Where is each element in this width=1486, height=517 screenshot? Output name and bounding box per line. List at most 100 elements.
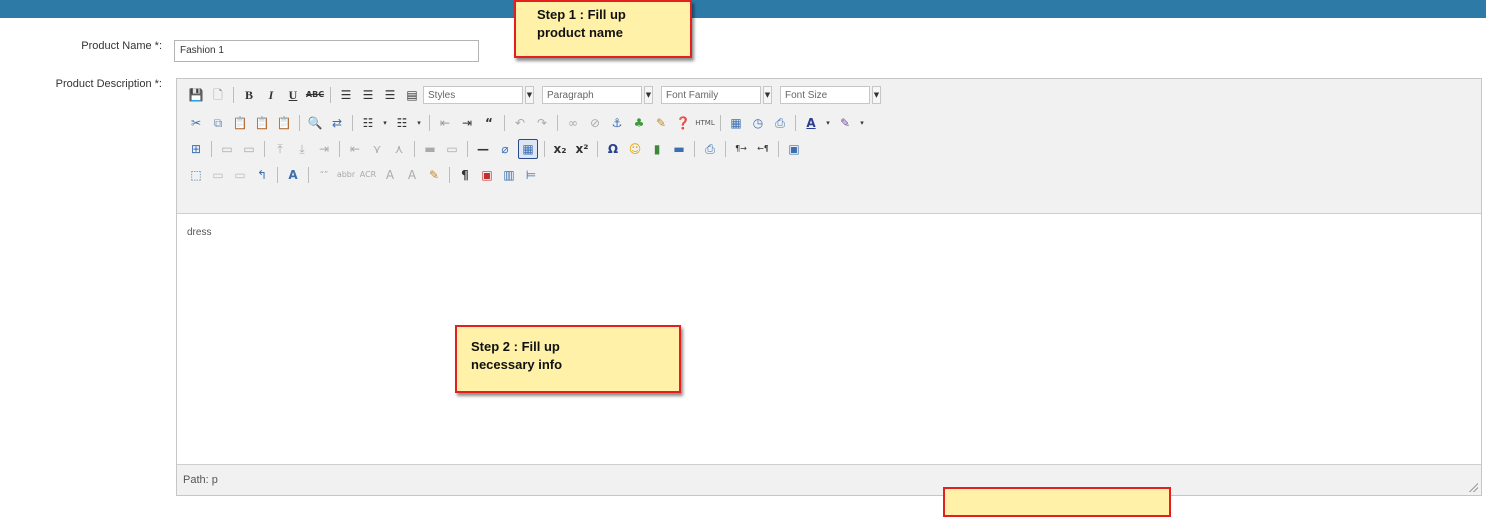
anchor-icon[interactable]: ⚓: [608, 114, 626, 132]
separator: [597, 141, 598, 157]
bullet-list-icon[interactable]: ☷: [359, 114, 377, 132]
new-document-icon[interactable]: 🗋: [209, 86, 227, 104]
insert-layer-icon[interactable]: ▬: [421, 140, 439, 158]
separator: [264, 141, 265, 157]
subscript-icon[interactable]: x₂: [551, 140, 569, 158]
indent-icon[interactable]: ⇥: [458, 114, 476, 132]
pagebreak-icon[interactable]: ▥: [500, 166, 518, 184]
insert-layer-icon[interactable]: ⬚: [187, 166, 205, 184]
separator: [504, 115, 505, 131]
chevron-down-icon[interactable]: ▼: [763, 86, 772, 104]
blockquote-icon[interactable]: “: [480, 114, 498, 132]
insert-row-icon[interactable]: ⤒: [271, 140, 289, 158]
replace-icon[interactable]: ⇄: [328, 114, 346, 132]
superscript-icon[interactable]: x²: [573, 140, 591, 158]
copy-icon[interactable]: ⧉: [209, 114, 227, 132]
table-row-props-icon[interactable]: ▭: [218, 140, 236, 158]
template-icon[interactable]: ⊨: [522, 166, 540, 184]
html-icon[interactable]: HTML: [695, 114, 714, 132]
chevron-down-icon[interactable]: ▾: [415, 114, 423, 132]
strikethrough-icon[interactable]: ABC: [306, 86, 324, 104]
emoticons-icon[interactable]: ☺: [626, 140, 644, 158]
element-path[interactable]: Path: p: [183, 474, 218, 486]
paste-icon[interactable]: 📋: [231, 114, 249, 132]
chevron-down-icon[interactable]: ▼: [872, 86, 881, 104]
delete-column-icon[interactable]: ⇤: [346, 140, 364, 158]
align-left-icon[interactable]: ☰: [337, 86, 355, 104]
delete-row-icon[interactable]: ⤓: [293, 140, 311, 158]
font-family-dropdown[interactable]: Font Family: [661, 86, 761, 104]
insert-time-icon[interactable]: ◷: [749, 114, 767, 132]
chevron-down-icon[interactable]: ▾: [381, 114, 389, 132]
split-cells-icon[interactable]: ⋎: [368, 140, 386, 158]
insert-date-icon[interactable]: ▦: [727, 114, 745, 132]
separator: [330, 87, 331, 103]
numbered-list-icon[interactable]: ☷: [393, 114, 411, 132]
charmap-icon[interactable]: Ω: [604, 140, 622, 158]
align-right-icon[interactable]: ☰: [381, 86, 399, 104]
separator: [308, 167, 309, 183]
remove-format-icon[interactable]: ⌀: [496, 140, 514, 158]
visual-aid-icon[interactable]: ▭: [443, 140, 461, 158]
unlink-icon[interactable]: ⊘: [586, 114, 604, 132]
separator: [795, 115, 796, 131]
link-icon[interactable]: ∞: [564, 114, 582, 132]
save-icon[interactable]: 💾: [187, 86, 205, 104]
chevron-down-icon[interactable]: ▼: [525, 86, 534, 104]
product-name-input[interactable]: Fashion 1: [174, 40, 479, 62]
deletion-icon[interactable]: A: [381, 166, 399, 184]
outdent-icon[interactable]: ⇤: [436, 114, 454, 132]
cleanup-icon[interactable]: ✎: [652, 114, 670, 132]
undo-icon[interactable]: ↶: [511, 114, 529, 132]
horizontal-rule-icon[interactable]: —: [474, 140, 492, 158]
separator: [449, 167, 450, 183]
resize-grip-icon[interactable]: [1468, 482, 1478, 492]
show-blocks-icon[interactable]: ¶: [456, 166, 474, 184]
print-icon[interactable]: ⎙: [701, 140, 719, 158]
preview-icon[interactable]: ⎙: [771, 114, 789, 132]
styles-dropdown[interactable]: Styles: [423, 86, 523, 104]
move-backward-icon[interactable]: ▭: [231, 166, 249, 184]
separator: [725, 141, 726, 157]
align-center-icon[interactable]: ☰: [359, 86, 377, 104]
toolbar-row-1: 💾 🗋 B I U ABC ☰ ☰ ☰ ▤ Styles ▼ Paragraph…: [185, 83, 889, 107]
rtl-icon[interactable]: ←¶: [754, 140, 772, 158]
chevron-down-icon[interactable]: ▾: [824, 114, 832, 132]
fullscreen-icon[interactable]: ▦: [518, 139, 538, 159]
bold-icon[interactable]: B: [240, 86, 258, 104]
underline-icon[interactable]: U: [284, 86, 302, 104]
move-forward-icon[interactable]: ▭: [209, 166, 227, 184]
font-size-dropdown[interactable]: Font Size: [780, 86, 870, 104]
text-color-icon[interactable]: A: [802, 114, 820, 132]
table-cell-props-icon[interactable]: ▭: [240, 140, 258, 158]
template-icon[interactable]: ▣: [785, 140, 803, 158]
paste-word-icon[interactable]: 📋: [275, 114, 293, 132]
chevron-down-icon[interactable]: ▼: [644, 86, 653, 104]
styleprops-icon[interactable]: A: [284, 166, 302, 184]
attributes-icon[interactable]: ✎: [425, 166, 443, 184]
redo-icon[interactable]: ↷: [533, 114, 551, 132]
cite-icon[interactable]: “”: [315, 166, 333, 184]
find-icon[interactable]: 🔍: [306, 114, 324, 132]
chevron-down-icon[interactable]: ▾: [858, 114, 866, 132]
editor-content[interactable]: dress: [187, 227, 211, 238]
media-icon[interactable]: ▮: [648, 140, 666, 158]
paste-text-icon[interactable]: 📋: [253, 114, 271, 132]
table-icon[interactable]: ⊞: [187, 140, 205, 158]
merge-cells-icon[interactable]: ⋏: [390, 140, 408, 158]
align-justify-icon[interactable]: ▤: [403, 86, 421, 104]
nonbreaking-icon[interactable]: ▣: [478, 166, 496, 184]
insertion-icon[interactable]: A: [403, 166, 421, 184]
image-icon[interactable]: ♣: [630, 114, 648, 132]
absolute-icon[interactable]: ↰: [253, 166, 271, 184]
advanced-hr-icon[interactable]: ▬: [670, 140, 688, 158]
insert-column-icon[interactable]: ⇥: [315, 140, 333, 158]
cut-icon[interactable]: ✂: [187, 114, 205, 132]
ltr-icon[interactable]: ¶→: [732, 140, 750, 158]
help-icon[interactable]: ❓: [674, 114, 692, 132]
abbreviation-icon[interactable]: abbr: [337, 166, 355, 184]
acronym-icon[interactable]: ACR: [359, 166, 377, 184]
italic-icon[interactable]: I: [262, 86, 280, 104]
paragraph-dropdown[interactable]: Paragraph: [542, 86, 642, 104]
highlight-color-icon[interactable]: ✎: [836, 114, 854, 132]
